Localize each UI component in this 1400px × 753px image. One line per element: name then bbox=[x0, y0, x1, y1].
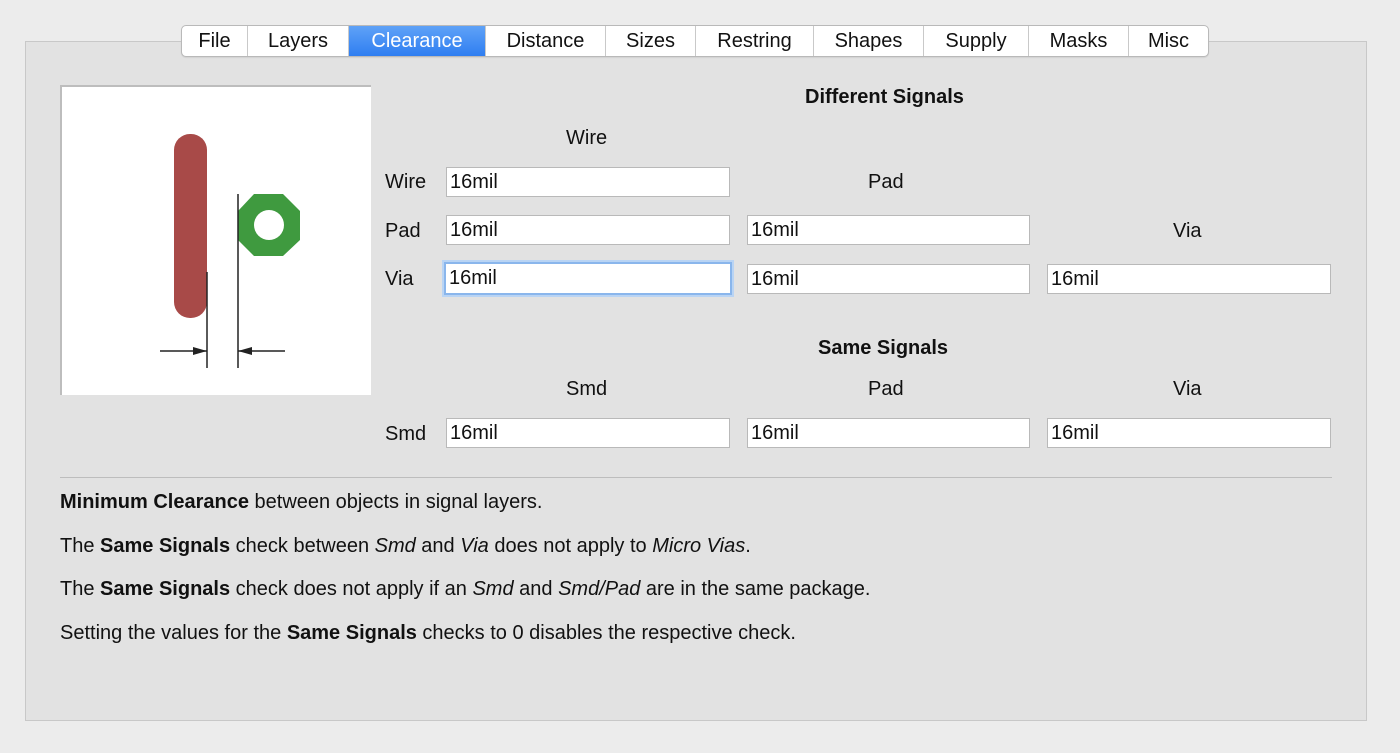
smd-smd-clearance-input[interactable] bbox=[446, 418, 730, 448]
tab-supply[interactable]: Supply bbox=[924, 26, 1029, 56]
col-label-same-via: Via bbox=[1173, 378, 1202, 400]
clearance-preview bbox=[60, 85, 371, 395]
via-pad-clearance-input[interactable] bbox=[747, 264, 1030, 294]
tab-layers[interactable]: Layers bbox=[248, 26, 349, 56]
note-disable-check: Setting the values for the Same Signals … bbox=[60, 622, 796, 644]
col-label-same-pad: Pad bbox=[868, 378, 904, 400]
note-minimum-clearance: Minimum Clearance between objects in sig… bbox=[60, 491, 543, 513]
col-label-pad: Pad bbox=[868, 171, 904, 193]
col-label-wire: Wire bbox=[566, 127, 608, 149]
pad-wire-clearance-input[interactable] bbox=[446, 215, 730, 245]
row-label-smd: Smd bbox=[385, 423, 427, 445]
different-signals-heading: Different Signals bbox=[805, 86, 964, 108]
note-micro-vias: The Same Signals check between Smd and V… bbox=[60, 535, 751, 557]
row-label-via: Via bbox=[385, 268, 414, 290]
tab-file[interactable]: File bbox=[182, 26, 248, 56]
tab-masks[interactable]: Masks bbox=[1029, 26, 1129, 56]
wire-shape bbox=[174, 134, 207, 318]
tab-misc[interactable]: Misc bbox=[1129, 26, 1208, 56]
tab-distance[interactable]: Distance bbox=[486, 26, 606, 56]
same-signals-heading: Same Signals bbox=[818, 337, 949, 359]
tab-bar: File Layers Clearance Distance Sizes Res… bbox=[181, 25, 1209, 57]
via-wire-clearance-input[interactable] bbox=[444, 262, 732, 295]
row-label-pad: Pad bbox=[385, 220, 421, 242]
divider bbox=[60, 477, 1332, 478]
col-label-via: Via bbox=[1173, 220, 1202, 242]
tab-shapes[interactable]: Shapes bbox=[814, 26, 924, 56]
smd-via-clearance-input[interactable] bbox=[1047, 418, 1331, 448]
tab-restring[interactable]: Restring bbox=[696, 26, 814, 56]
pad-hole bbox=[254, 210, 284, 240]
wire-wire-clearance-input[interactable] bbox=[446, 167, 730, 197]
tab-sizes[interactable]: Sizes bbox=[606, 26, 696, 56]
note-same-package: The Same Signals check does not apply if… bbox=[60, 578, 871, 600]
tab-clearance[interactable]: Clearance bbox=[349, 26, 486, 56]
via-via-clearance-input[interactable] bbox=[1047, 264, 1331, 294]
clearance-illustration bbox=[160, 134, 300, 368]
row-label-wire: Wire bbox=[385, 171, 427, 193]
pad-pad-clearance-input[interactable] bbox=[747, 215, 1030, 245]
smd-pad-clearance-input[interactable] bbox=[747, 418, 1030, 448]
col-label-smd: Smd bbox=[566, 378, 608, 400]
